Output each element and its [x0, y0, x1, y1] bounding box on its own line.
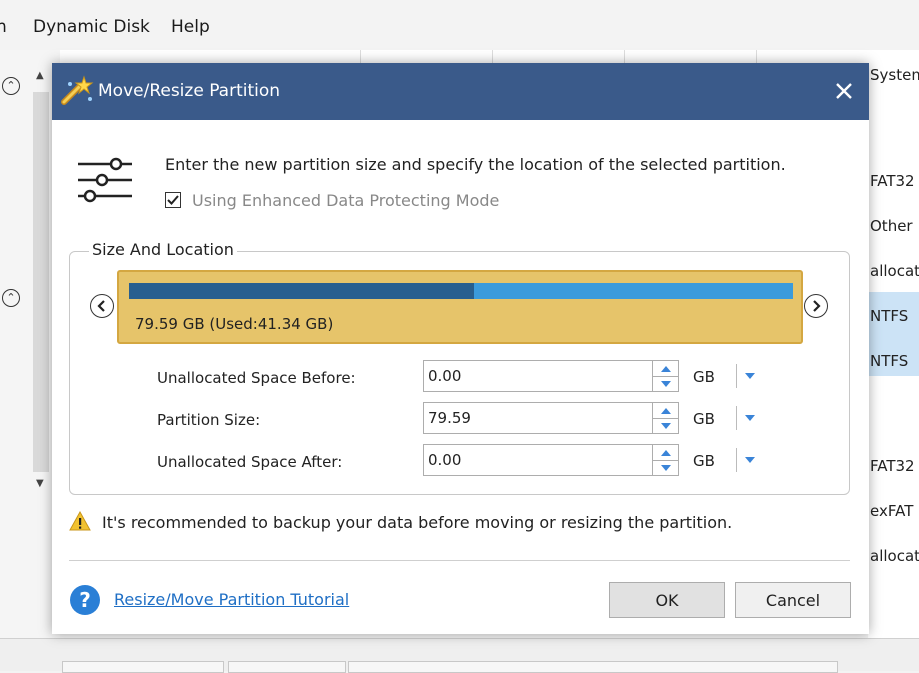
unit-dropdown[interactable] — [742, 410, 758, 426]
partition-type-label: allocat — [870, 262, 919, 280]
left-panel — [0, 50, 60, 670]
magic-wand-icon — [61, 75, 94, 105]
unallocated-after-input[interactable] — [423, 444, 653, 476]
spin-down-icon[interactable] — [653, 460, 678, 475]
caret-down-icon — [745, 457, 755, 463]
unit-dropdown[interactable] — [742, 368, 758, 384]
caret-down-icon — [745, 373, 755, 379]
unallocated-before-label: Unallocated Space Before: — [157, 369, 356, 387]
partition-type-label: NTFS — [870, 352, 909, 370]
menu-item-help[interactable]: Help — [171, 17, 210, 37]
partition-type-label: allocat — [870, 547, 919, 565]
cancel-button[interactable]: Cancel — [735, 582, 851, 618]
unit-label: GB — [693, 410, 715, 428]
close-button[interactable] — [826, 73, 862, 109]
unallocated-after-spinner[interactable] — [653, 444, 679, 476]
partition-block[interactable]: 79.59 GB (Used:41.34 GB) — [117, 270, 803, 344]
partition-type-label[interactable]: NTFS — [870, 307, 908, 325]
enhanced-mode-checkbox[interactable] — [165, 192, 181, 208]
move-right-button[interactable] — [804, 294, 828, 318]
warning-icon — [69, 511, 91, 531]
checkmark-icon — [167, 195, 179, 205]
menu-item-partial[interactable]: n — [0, 17, 7, 37]
ok-button[interactable]: OK — [609, 582, 725, 618]
dialog-titlebar: Move/Resize Partition — [52, 63, 869, 120]
partition-size-input[interactable] — [423, 402, 653, 434]
spin-up-icon[interactable] — [653, 403, 678, 419]
dialog-title: Move/Resize Partition — [98, 81, 281, 101]
spin-up-icon[interactable] — [653, 361, 678, 377]
close-icon — [836, 83, 852, 99]
svg-text:?: ? — [79, 588, 91, 612]
collapse-icon[interactable]: ⌃ — [2, 289, 20, 307]
partition-type-label: Other — [870, 217, 913, 235]
divider — [69, 560, 850, 561]
menu-bar: n Dynamic Disk Help — [0, 0, 919, 51]
chevron-right-icon — [813, 300, 821, 312]
disk-segment — [228, 661, 346, 673]
unit-dropdown[interactable] — [742, 452, 758, 468]
disk-segment — [348, 661, 838, 673]
unit-label: GB — [693, 452, 715, 470]
unallocated-before-spinner[interactable] — [653, 360, 679, 392]
partition-type-label: System — [870, 66, 919, 84]
group-title: Size And Location — [89, 240, 237, 259]
tutorial-link[interactable]: Resize/Move Partition Tutorial — [114, 590, 349, 609]
disk-segment — [62, 661, 224, 673]
status-area — [0, 638, 919, 673]
unallocated-after-label: Unallocated Space After: — [157, 453, 343, 471]
sliders-icon — [78, 157, 132, 203]
chevron-left-icon — [97, 300, 105, 312]
scroll-up-icon[interactable]: ▲ — [36, 70, 44, 81]
warning-text: It's recommended to backup your data bef… — [102, 513, 733, 532]
collapse-icon[interactable]: ⌃ — [2, 77, 20, 95]
unallocated-before-input[interactable] — [423, 360, 653, 392]
unit-separator — [736, 406, 737, 430]
unit-separator — [736, 448, 737, 472]
dialog-description: Enter the new partition size and specify… — [165, 155, 786, 174]
scrollbar[interactable] — [33, 92, 49, 472]
partition-type-label: exFAT — [870, 502, 914, 520]
spin-down-icon[interactable] — [653, 418, 678, 433]
help-icon[interactable]: ? — [69, 584, 101, 616]
caret-down-icon — [745, 415, 755, 421]
partition-usage-bar — [129, 283, 793, 299]
spin-down-icon[interactable] — [653, 376, 678, 391]
unit-separator — [736, 364, 737, 388]
partition-type-label: FAT32 — [870, 172, 915, 190]
partition-type-label: FAT32 — [870, 457, 915, 475]
partition-size-field-label: Partition Size: — [157, 411, 261, 429]
menu-item-dynamic-disk[interactable]: Dynamic Disk — [33, 17, 150, 37]
partition-size-spinner[interactable] — [653, 402, 679, 434]
spin-up-icon[interactable] — [653, 445, 678, 461]
scroll-down-icon[interactable]: ▼ — [36, 478, 44, 489]
partition-size-label: 79.59 GB (Used:41.34 GB) — [135, 315, 334, 333]
enhanced-mode-label[interactable]: Using Enhanced Data Protecting Mode — [192, 191, 499, 210]
move-resize-dialog: Move/Resize Partition Enter the new part… — [52, 63, 869, 634]
unit-label: GB — [693, 368, 715, 386]
used-space-fill — [129, 283, 474, 299]
move-left-button[interactable] — [90, 294, 114, 318]
